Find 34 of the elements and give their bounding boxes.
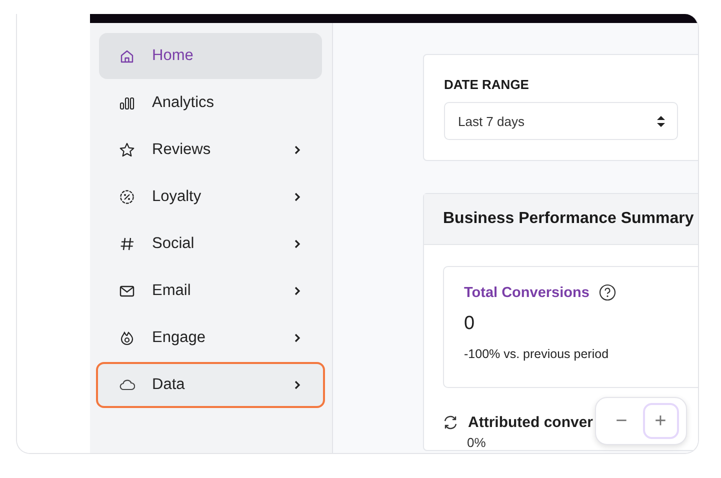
percent-badge-icon	[119, 189, 135, 205]
envelope-icon	[119, 283, 135, 299]
sidebar-item[interactable]: Social	[99, 221, 322, 267]
chevron-right-icon	[294, 286, 301, 296]
attributed-title: Attributed conver	[468, 414, 594, 431]
zoom-in-button[interactable]: +	[642, 403, 678, 439]
metric-change: -100% vs. previous period	[464, 347, 610, 361]
sidebar-item[interactable]: Data	[96, 362, 325, 408]
sidebar-item[interactable]: Loyalty	[99, 174, 322, 220]
metric-title: Total Conversions	[464, 284, 590, 300]
sidebar-item[interactable]: Engage	[99, 315, 322, 361]
chevron-right-icon	[294, 380, 301, 390]
chevron-right-icon	[294, 333, 301, 343]
home-icon	[119, 48, 135, 64]
sidebar-item[interactable]: Reviews	[99, 127, 322, 173]
bar-chart-icon	[119, 95, 135, 111]
date-range-select[interactable]: Last 7 days	[444, 102, 678, 140]
sidebar-item[interactable]: Email	[99, 268, 322, 314]
chevron-right-icon	[294, 145, 301, 155]
date-range-label: DATE RANGE	[444, 77, 530, 92]
chevron-right-icon	[294, 239, 301, 249]
help-icon[interactable]	[599, 284, 616, 301]
summary-title: Business Performance Summary	[443, 210, 694, 228]
cloud-icon	[119, 377, 135, 393]
chevron-right-icon	[294, 192, 301, 202]
sidebar-item[interactable]: Analytics	[99, 80, 322, 126]
attributed-value: 0%	[467, 435, 487, 450]
star-icon	[119, 142, 135, 158]
flame-icon	[119, 330, 135, 346]
hash-icon	[119, 236, 135, 252]
refresh-icon	[443, 415, 458, 430]
sort-arrows-icon	[657, 116, 665, 126]
metric-value: 0	[464, 313, 476, 335]
sidebar-item[interactable]: Home	[99, 33, 322, 79]
